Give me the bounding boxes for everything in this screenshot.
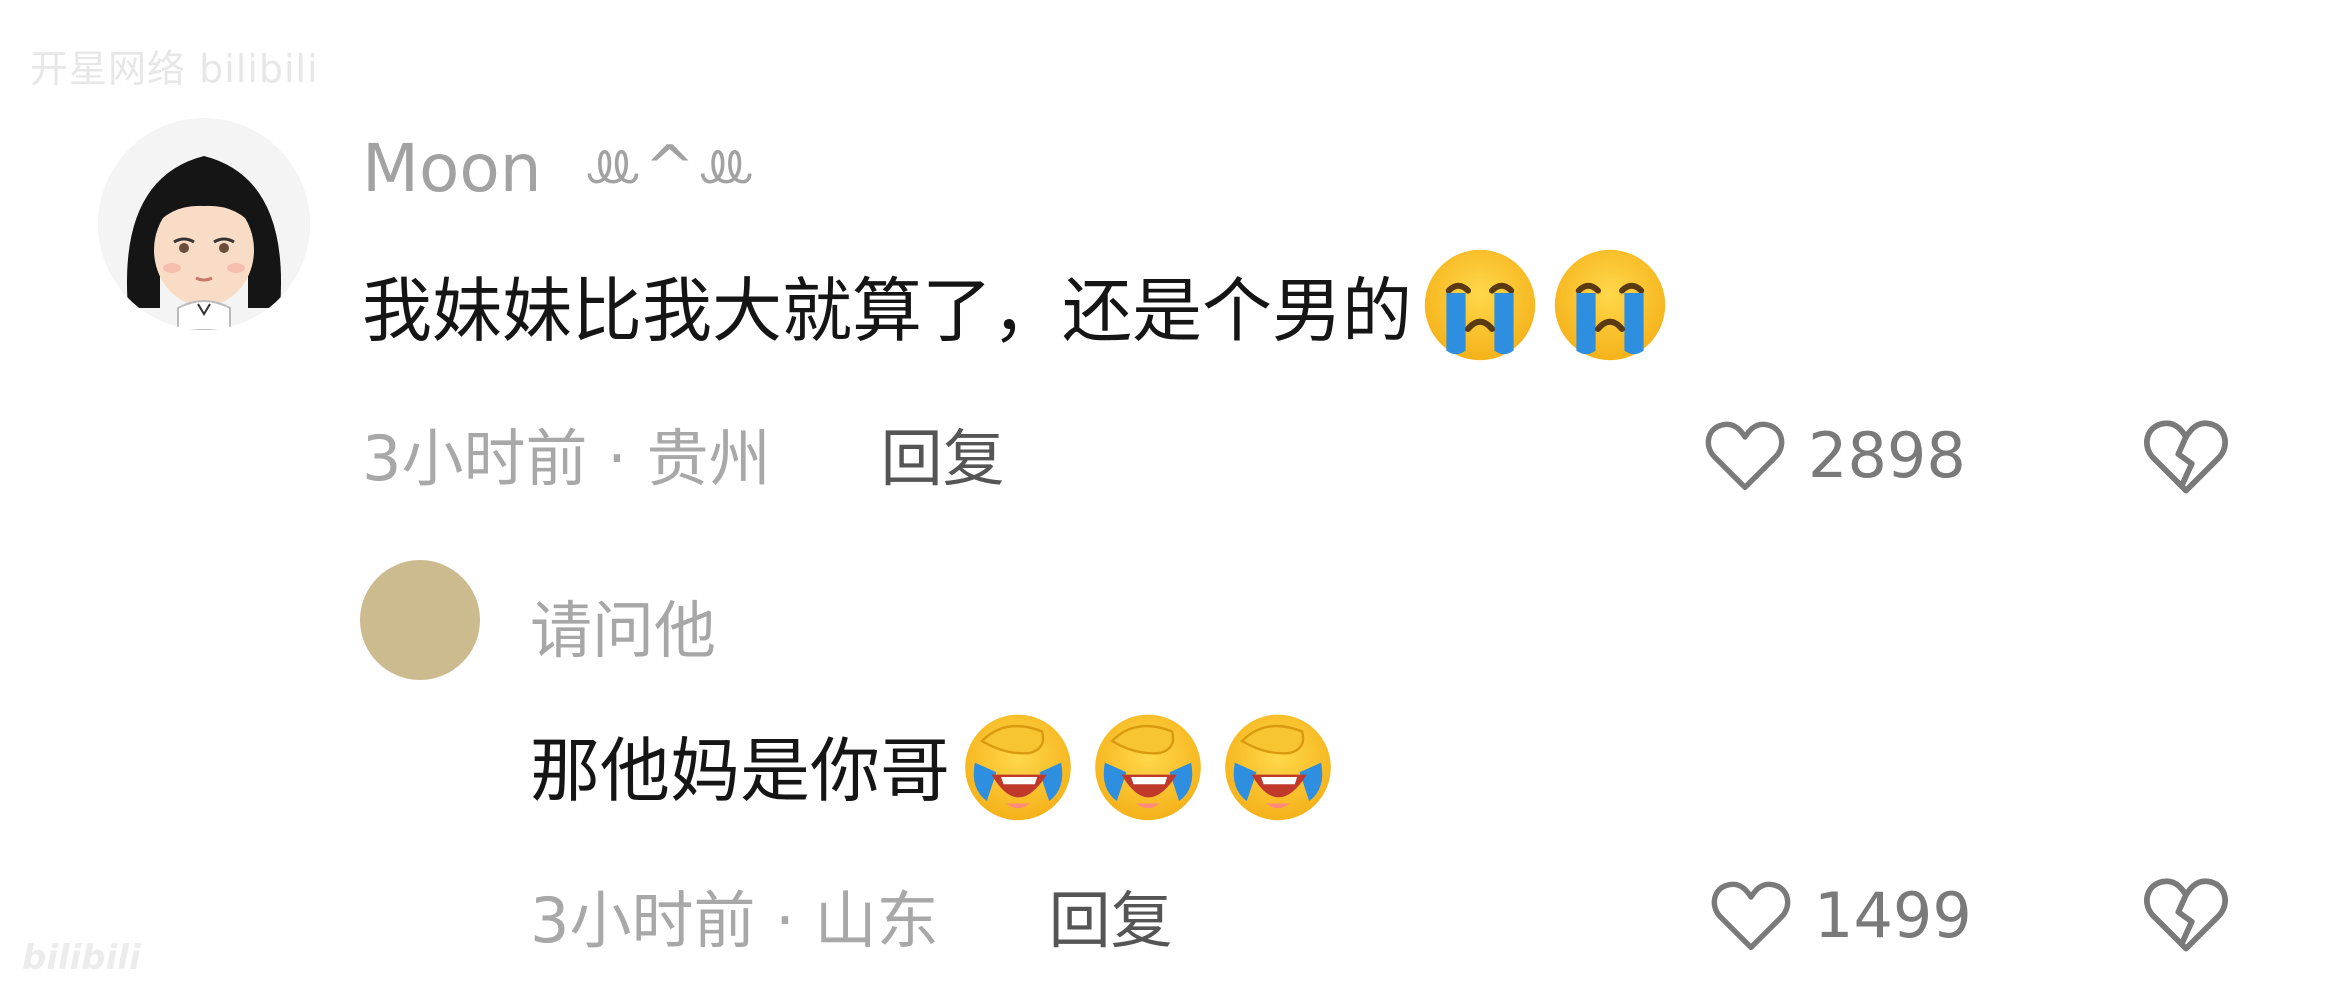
reply-button[interactable]: 回复 xyxy=(1049,870,1173,960)
loudly-crying-face-icon xyxy=(1550,245,1670,365)
comment-time-location: 3小时前 · 贵州 xyxy=(362,422,771,495)
broken-heart-icon[interactable] xyxy=(2138,866,2234,962)
like-count: 1499 xyxy=(1814,878,1972,952)
watermark-bottom: bilibili xyxy=(22,938,141,978)
username[interactable]: 请问他 xyxy=(530,580,716,670)
username-decoration: ꔛ^ꔛ xyxy=(583,133,758,203)
watermark-top: 开星网络 bilibili xyxy=(30,47,319,91)
broken-heart-icon[interactable] xyxy=(2138,408,2234,504)
laugh-cry-facepalm-icon xyxy=(958,705,1078,825)
like-button[interactable]: 1499 xyxy=(1706,870,1972,960)
comment-body: 我妹妹比我大就算了，还是个男的 xyxy=(362,269,1412,352)
laugh-cry-facepalm-icon xyxy=(1088,705,1208,825)
like-count: 2898 xyxy=(1808,418,1966,492)
heart-outline-icon xyxy=(1700,410,1790,500)
heart-outline-icon xyxy=(1706,870,1796,960)
avatar[interactable] xyxy=(98,118,310,330)
laugh-cry-facepalm-icon xyxy=(1218,705,1338,825)
reply-avatar[interactable] xyxy=(360,560,480,680)
reply-button[interactable]: 回复 xyxy=(881,408,1005,498)
avatar-anime-girl-icon xyxy=(98,118,310,330)
comment-time-location: 3小时前 · 山东 xyxy=(530,884,939,957)
username[interactable]: Moon xyxy=(362,130,542,207)
comment-text: 那他妈是你哥 xyxy=(530,705,1338,825)
comment-text: 我妹妹比我大就算了，还是个男的 xyxy=(362,245,1670,365)
like-button[interactable]: 2898 xyxy=(1700,410,1966,500)
loudly-crying-face-icon xyxy=(1420,245,1540,365)
comment-body: 那他妈是你哥 xyxy=(530,729,950,812)
